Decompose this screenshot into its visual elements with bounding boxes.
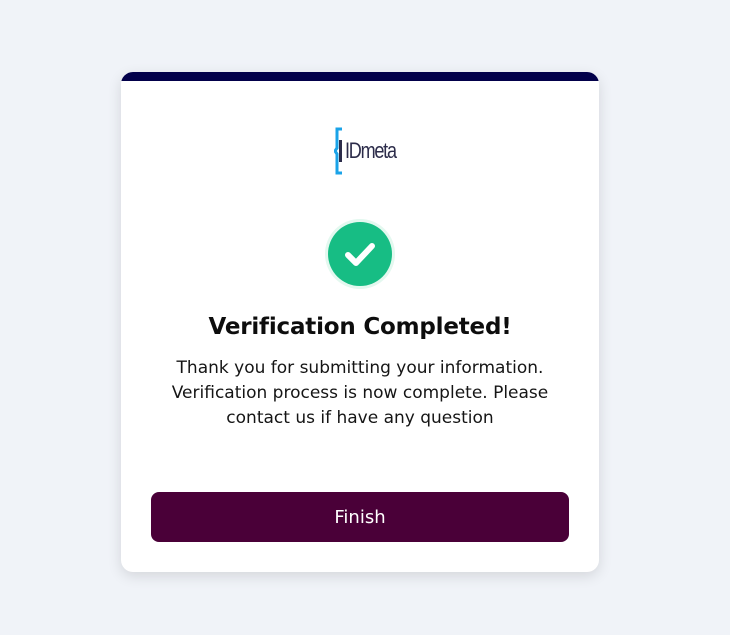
success-check-badge [328, 222, 392, 286]
finish-button[interactable]: Finish [151, 492, 569, 542]
idmeta-logo: IDmeta [333, 126, 397, 176]
confirmation-message: Thank you for submitting your informatio… [171, 358, 549, 428]
idmeta-logo-text: IDmeta [345, 138, 397, 163]
verification-card: IDmeta Verification Completed! Thank you… [121, 72, 599, 572]
card-top-accent-bar [121, 72, 599, 81]
check-icon [345, 243, 375, 266]
idmeta-logo-mark-icon [333, 126, 344, 176]
page-title: Verification Completed! [208, 314, 512, 340]
